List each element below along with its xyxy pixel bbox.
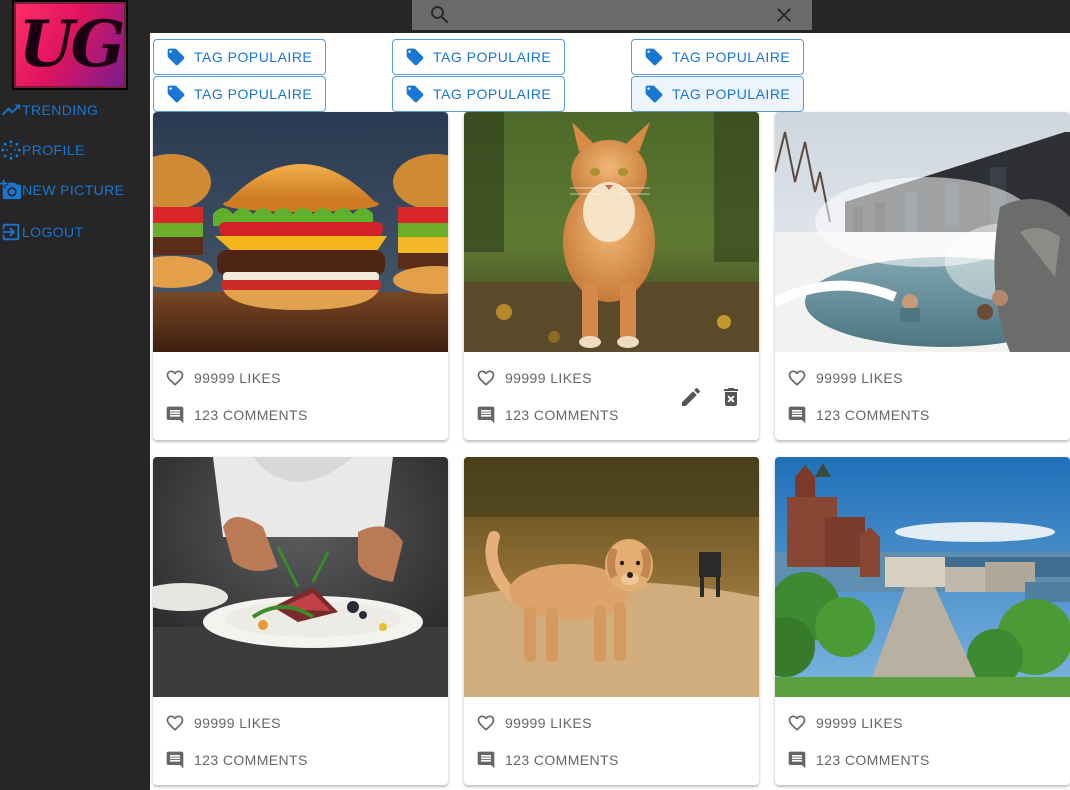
heart-outline-icon <box>166 370 184 386</box>
tag-chip[interactable]: TAG POPULAIRE <box>631 76 804 112</box>
logout-icon <box>2 223 20 241</box>
comments-row[interactable]: 123 COMMENTS <box>165 405 308 425</box>
tag-icon <box>406 48 424 66</box>
search-bar <box>412 0 812 30</box>
likes-row[interactable]: 99999 LIKES <box>165 368 281 388</box>
spa-photo <box>775 112 1070 352</box>
likes-count: 99999 LIKES <box>194 715 281 731</box>
burger-photo <box>153 112 448 352</box>
comments-row[interactable]: 123 COMMENTS <box>787 750 930 770</box>
nav-item-profile[interactable]: PROFILE <box>0 138 85 162</box>
nav-item-label: TRENDING <box>22 102 99 118</box>
app-root: UG TRENDING PROFILE NEW PICTURE LOGOUT T… <box>0 0 1070 790</box>
tag-label: TAG POPULAIRE <box>194 49 313 65</box>
likes-row[interactable]: 99999 LIKES <box>787 713 903 733</box>
comments-count: 123 COMMENTS <box>505 752 619 768</box>
comment-icon <box>788 751 806 769</box>
likes-row[interactable]: 99999 LIKES <box>476 368 592 388</box>
tag-chip[interactable]: TAG POPULAIRE <box>392 39 565 75</box>
tag-label: TAG POPULAIRE <box>194 86 313 102</box>
post-image-chef[interactable] <box>153 457 448 697</box>
heart-outline-icon <box>477 370 495 386</box>
comment-icon <box>788 406 806 424</box>
tag-label: TAG POPULAIRE <box>672 86 791 102</box>
tag-label: TAG POPULAIRE <box>433 86 552 102</box>
cat-photo <box>464 112 759 352</box>
camera-icon <box>0 179 22 200</box>
nav-item-label: LOGOUT <box>22 224 84 240</box>
delete-forever-icon <box>724 388 738 406</box>
comments-row[interactable]: 123 COMMENTS <box>476 405 619 425</box>
comments-row[interactable]: 123 COMMENTS <box>165 750 308 770</box>
heart-outline-icon <box>166 715 184 731</box>
pencil-icon <box>682 387 701 406</box>
comments-count: 123 COMMENTS <box>816 752 930 768</box>
tag-chip[interactable]: TAG POPULAIRE <box>153 76 326 112</box>
comments-count: 123 COMMENTS <box>816 407 930 423</box>
quebec-photo <box>775 457 1070 697</box>
post-image-dog[interactable] <box>464 457 759 697</box>
trending-up-icon <box>1 104 21 116</box>
likes-count: 99999 LIKES <box>505 715 592 731</box>
post-card: 99999 LIKES 123 COMMENTS <box>775 112 1070 440</box>
delete-button[interactable] <box>719 385 743 409</box>
comments-row[interactable]: 123 COMMENTS <box>476 750 619 770</box>
comments-row[interactable]: 123 COMMENTS <box>787 405 930 425</box>
nav-item-label: NEW PICTURE <box>22 182 125 198</box>
chef-photo <box>153 457 448 697</box>
nav-item-trending[interactable]: TRENDING <box>0 98 98 122</box>
dog-photo <box>464 457 759 697</box>
tag-label: TAG POPULAIRE <box>672 49 791 65</box>
tag-icon <box>645 85 663 103</box>
likes-count: 99999 LIKES <box>505 370 592 386</box>
likes-count: 99999 LIKES <box>816 370 903 386</box>
sidebar: UG TRENDING PROFILE NEW PICTURE LOGOUT <box>0 0 150 790</box>
nav-item-label: PROFILE <box>22 142 85 158</box>
post-card: 99999 LIKES 123 COMMENTS <box>153 112 448 440</box>
logo-badge: UG <box>14 2 126 88</box>
tag-chip[interactable]: TAG POPULAIRE <box>392 76 565 112</box>
logo-text: UG <box>18 7 125 82</box>
search-input[interactable] <box>452 2 772 28</box>
comment-icon <box>166 406 184 424</box>
likes-row[interactable]: 99999 LIKES <box>476 713 592 733</box>
tag-icon <box>645 48 663 66</box>
post-card: 99999 LIKES 123 COMMENTS <box>153 457 448 785</box>
nav-item-new-picture[interactable]: NEW PICTURE <box>0 178 124 202</box>
likes-count: 99999 LIKES <box>194 370 281 386</box>
tag-label: TAG POPULAIRE <box>433 49 552 65</box>
comments-count: 123 COMMENTS <box>194 752 308 768</box>
post-card: 99999 LIKES 123 COMMENTS <box>464 457 759 785</box>
edit-button[interactable] <box>679 385 703 409</box>
nav-item-logout[interactable]: LOGOUT <box>0 220 84 244</box>
post-image-burger[interactable] <box>153 112 448 352</box>
post-image-spa[interactable] <box>775 112 1070 352</box>
tag-icon <box>406 85 424 103</box>
likes-count: 99999 LIKES <box>816 715 903 731</box>
post-card: 99999 LIKES 123 COMMENTS <box>775 457 1070 785</box>
comments-count: 123 COMMENTS <box>505 407 619 423</box>
close-icon[interactable] <box>772 3 796 27</box>
comment-icon <box>477 406 495 424</box>
tag-chip[interactable]: TAG POPULAIRE <box>153 39 326 75</box>
post-image-quebec[interactable] <box>775 457 1070 697</box>
post-card: 99999 LIKES 123 COMMENTS <box>464 112 759 440</box>
likes-row[interactable]: 99999 LIKES <box>165 713 281 733</box>
likes-row[interactable]: 99999 LIKES <box>787 368 903 388</box>
logo[interactable]: UG <box>12 0 128 90</box>
heart-outline-icon <box>788 370 806 386</box>
heart-outline-icon <box>788 715 806 731</box>
tag-chip[interactable]: TAG POPULAIRE <box>631 39 804 75</box>
post-image-cat[interactable] <box>464 112 759 352</box>
tag-icon <box>167 48 185 66</box>
profile-burst-icon <box>1 140 21 160</box>
comment-icon <box>477 751 495 769</box>
heart-outline-icon <box>477 715 495 731</box>
comment-icon <box>166 751 184 769</box>
comments-count: 123 COMMENTS <box>194 407 308 423</box>
tag-icon <box>167 85 185 103</box>
search-icon[interactable] <box>428 3 452 27</box>
